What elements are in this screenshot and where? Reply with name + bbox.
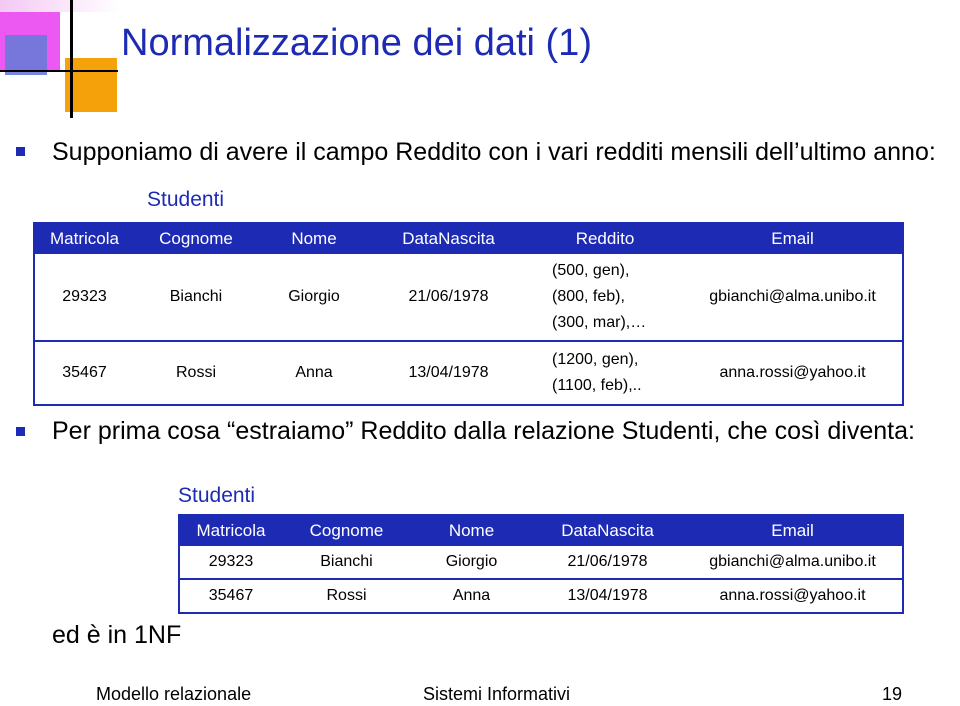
column-header: Cognome	[134, 223, 258, 254]
cell-cognome: Rossi	[134, 341, 258, 406]
column-header: Email	[683, 515, 903, 546]
table-header-row: Matricola Cognome Nome DataNascita Email	[179, 515, 903, 546]
column-header: Cognome	[282, 515, 411, 546]
cell-datanascita: 21/06/1978	[532, 546, 683, 580]
column-header: Nome	[411, 515, 532, 546]
table2-caption: Studenti	[178, 484, 256, 507]
reddito-value: (300, mar),…	[552, 314, 647, 331]
column-header: DataNascita	[370, 223, 527, 254]
cell-nome: Anna	[258, 341, 370, 406]
logo-vertical-line	[70, 0, 73, 118]
bullet-square-icon	[16, 427, 25, 436]
footer-center: Sistemi Informativi	[423, 684, 571, 704]
bullet-text-1: Supponiamo di avere il campo Reddito con…	[52, 138, 936, 166]
column-header: Reddito	[527, 223, 683, 254]
cell-datanascita: 13/04/1978	[370, 341, 527, 406]
bullet-square-icon	[16, 147, 25, 156]
cell-matricola: 35467	[179, 579, 282, 614]
logo-blue-square	[5, 35, 47, 75]
cell-email: gbianchi@alma.unibo.it	[683, 546, 903, 580]
column-header: Matricola	[34, 223, 134, 254]
cell-reddito: (1200, gen), (1100, feb),..	[527, 341, 683, 406]
cell-nome: Giorgio	[258, 254, 370, 342]
cell-nome: Anna	[411, 579, 532, 614]
reddito-value: (500, gen),	[552, 262, 630, 279]
cell-cognome: Bianchi	[282, 546, 411, 580]
cell-nome: Giorgio	[411, 546, 532, 580]
table-header-row: Matricola Cognome Nome DataNascita Reddi…	[34, 223, 903, 254]
studenti-table-original: Matricola Cognome Nome DataNascita Reddi…	[33, 222, 904, 406]
reddito-value: (1200, gen),	[552, 351, 639, 368]
cell-email: anna.rossi@yahoo.it	[683, 341, 903, 406]
column-header: DataNascita	[532, 515, 683, 546]
cell-cognome: Rossi	[282, 579, 411, 614]
cell-datanascita: 13/04/1978	[532, 579, 683, 614]
page-number: 19	[882, 684, 903, 704]
table1-caption: Studenti	[147, 188, 225, 211]
cell-matricola: 35467	[34, 341, 134, 406]
column-header: Matricola	[179, 515, 282, 546]
conclusion-text: ed è in 1NF	[52, 621, 182, 649]
cell-reddito: (500, gen), (800, feb), (300, mar),…	[527, 254, 683, 342]
table-row: 29323 Bianchi Giorgio 21/06/1978 gbianch…	[179, 546, 903, 580]
logo-fade	[0, 0, 120, 12]
table-row: 35467 Rossi Anna 13/04/1978 anna.rossi@y…	[179, 579, 903, 614]
cell-email: anna.rossi@yahoo.it	[683, 579, 903, 614]
reddito-value: (1100, feb),..	[552, 377, 642, 394]
bullet-text-2: Per prima cosa “estraiamo” Reddito dalla…	[52, 417, 915, 445]
table-row: 35467 Rossi Anna 13/04/1978 (1200, gen),…	[34, 341, 903, 406]
logo-horizontal-line	[0, 70, 118, 72]
reddito-value: (800, feb),	[552, 288, 625, 305]
cell-cognome: Bianchi	[134, 254, 258, 342]
slide-title: Normalizzazione dei dati (1)	[121, 22, 592, 64]
footer-left: Modello relazionale	[96, 684, 252, 704]
cell-matricola: 29323	[34, 254, 134, 342]
cell-datanascita: 21/06/1978	[370, 254, 527, 342]
cell-email: gbianchi@alma.unibo.it	[683, 254, 903, 342]
table-row: 29323 Bianchi Giorgio 21/06/1978 (500, g…	[34, 254, 903, 342]
column-header: Nome	[258, 223, 370, 254]
column-header: Email	[683, 223, 903, 254]
cell-matricola: 29323	[179, 546, 282, 580]
studenti-table-1nf: Matricola Cognome Nome DataNascita Email…	[178, 514, 904, 614]
